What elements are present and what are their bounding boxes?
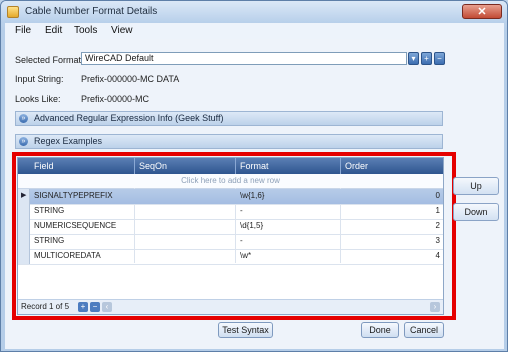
regex-examples-label: Regex Examples xyxy=(34,136,103,146)
title-bar: Cable Number Format Details ✕ xyxy=(1,1,507,23)
menu-view[interactable]: View xyxy=(111,25,133,36)
done-button[interactable]: Done xyxy=(361,322,399,338)
looks-like-value: Prefix-00000-MC xyxy=(81,94,150,104)
test-syntax-button[interactable]: Test Syntax xyxy=(218,322,273,338)
window: Cable Number Format Details ✕ File Edit … xyxy=(0,0,508,352)
menu-file[interactable]: File xyxy=(15,25,31,36)
regex-examples-panel[interactable]: » Regex Examples xyxy=(15,134,443,149)
cancel-button[interactable]: Cancel xyxy=(404,322,444,338)
advanced-regex-label: Advanced Regular Expression Info (Geek S… xyxy=(34,113,224,123)
input-string-value: Prefix-000000-MC DATA xyxy=(81,74,180,84)
window-title: Cable Number Format Details xyxy=(25,6,158,17)
dropdown-button[interactable]: ▾ xyxy=(408,52,419,65)
expand-icon: » xyxy=(19,137,28,146)
down-button[interactable]: Down xyxy=(453,203,499,221)
plus-icon: + xyxy=(424,54,429,63)
input-string-label: Input String: xyxy=(15,74,64,84)
add-format-button[interactable]: + xyxy=(421,52,432,65)
highlight-box xyxy=(12,152,456,320)
menu-bar: File Edit Tools View xyxy=(5,23,504,40)
app-icon xyxy=(7,6,19,18)
menu-tools[interactable]: Tools xyxy=(74,25,97,36)
advanced-regex-panel[interactable]: » Advanced Regular Expression Info (Geek… xyxy=(15,111,443,126)
chevron-down-icon: ▾ xyxy=(411,54,416,63)
remove-format-button[interactable]: − xyxy=(434,52,445,65)
expand-icon: » xyxy=(19,114,28,123)
selected-format-label: Selected Format: xyxy=(15,55,84,65)
looks-like-label: Looks Like: xyxy=(15,94,61,104)
up-button[interactable]: Up xyxy=(453,177,499,195)
selected-format-combo[interactable]: WireCAD Default xyxy=(81,52,407,65)
minus-icon: − xyxy=(437,54,442,63)
menu-edit[interactable]: Edit xyxy=(45,25,62,36)
close-button[interactable]: ✕ xyxy=(462,4,502,19)
x-icon: ✕ xyxy=(477,6,487,18)
